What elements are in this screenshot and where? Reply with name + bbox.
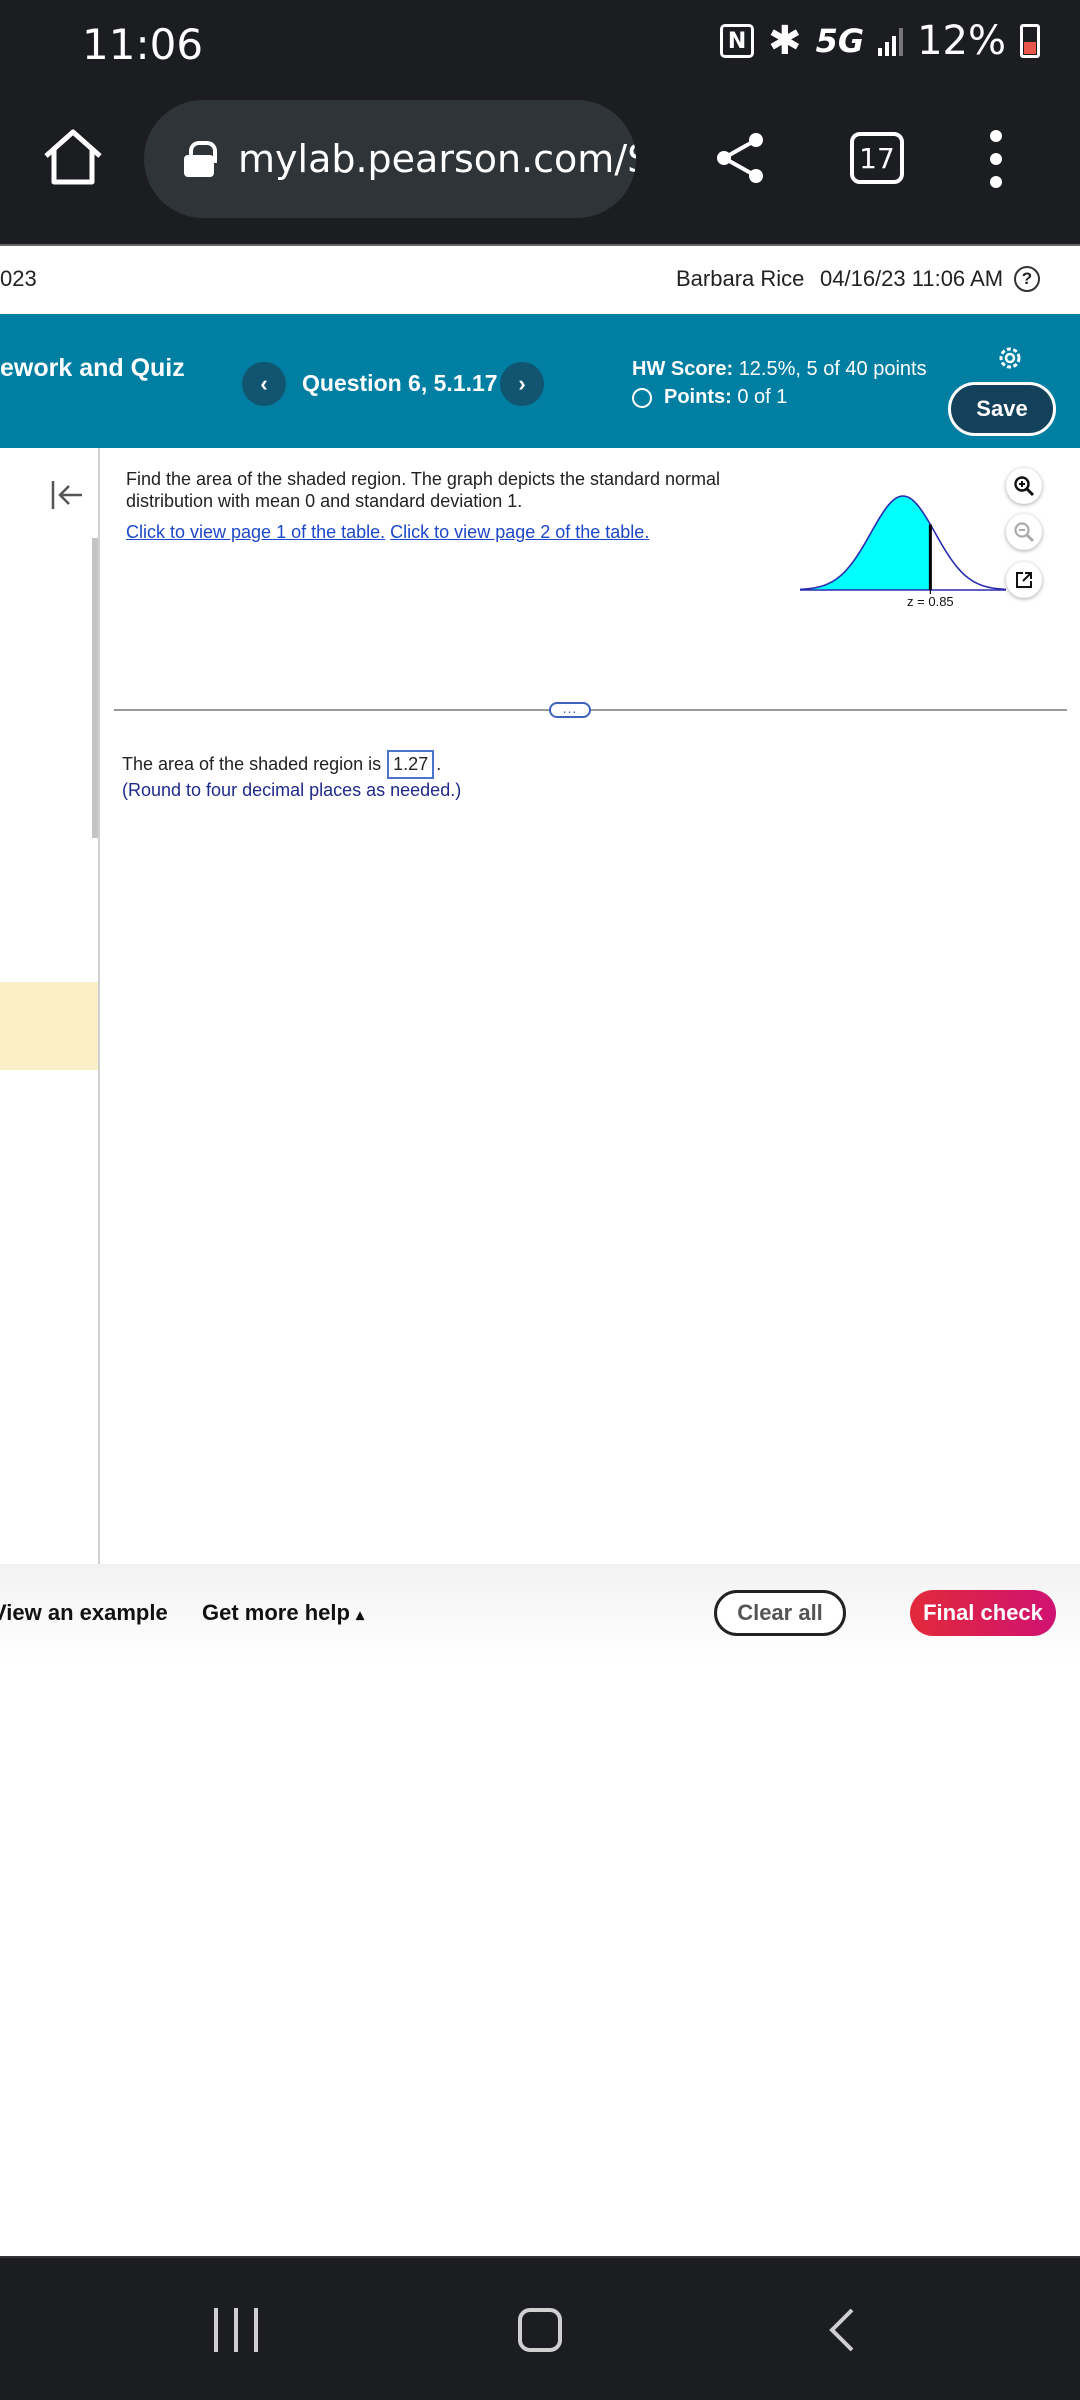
back-icon[interactable] [822, 2306, 862, 2354]
zoom-in-icon [1014, 476, 1035, 497]
system-nav-bar [0, 2256, 1080, 2400]
sidebar-scrollbar[interactable] [92, 538, 98, 838]
clear-all-button[interactable]: Clear all [714, 1590, 846, 1636]
hw-score-label: HW Score: [632, 358, 734, 380]
home-icon[interactable] [40, 124, 106, 190]
previous-question-button[interactable]: ‹ [242, 362, 286, 406]
truncated-date: 023 [0, 266, 37, 291]
status-time: 11:06 [82, 20, 204, 69]
question-text: Find the area of the shaded region. The … [126, 469, 721, 511]
pane-resize-handle[interactable]: ... [549, 701, 591, 718]
status-icons: N ✱ 5G 12% [720, 18, 1040, 64]
question-sidebar [0, 448, 100, 1564]
question-header: ework and Quiz ‹ Question 6, 5.1.17 › HW… [0, 314, 1080, 448]
recents-icon[interactable] [214, 2308, 258, 2352]
table-page-1-link[interactable]: Click to view page 1 of the table. [126, 522, 385, 542]
normal-curve-graph: z = 0.85 [800, 495, 1006, 609]
battery-percent: 12% [917, 18, 1006, 64]
browser-toolbar: mylab.pearson.com/S 17 [0, 92, 1080, 244]
home-nav-icon[interactable] [518, 2308, 562, 2352]
more-menu-icon[interactable] [984, 130, 1008, 188]
points-label: Points: [664, 386, 732, 408]
collapse-sidebar-icon[interactable] [48, 476, 86, 514]
zoom-in-button[interactable] [1006, 468, 1042, 504]
bluetooth-icon: ✱ [768, 18, 802, 64]
screen: 11:06 N ✱ 5G 12% mylab.pearson.com/S 17 … [0, 0, 1080, 2400]
footer-actions: View an example Get more help ▴ Clear al… [0, 1564, 1080, 1664]
get-more-help-label: Get more help [202, 1600, 350, 1625]
share-icon[interactable] [712, 130, 768, 186]
zoom-out-button[interactable] [1006, 514, 1042, 550]
address-bar[interactable]: mylab.pearson.com/S [144, 100, 636, 218]
answer-input[interactable]: 1.27 [387, 750, 435, 779]
help-icon[interactable]: ? [1014, 266, 1040, 292]
user-info-bar: 023 Barbara Rice 04/16/23 11:06 AM ? [0, 244, 1080, 314]
view-example-label: View an example [0, 1600, 168, 1625]
z-label: z = 0.85 [907, 594, 954, 609]
points-status-icon [632, 387, 652, 408]
tab-switcher-button[interactable]: 17 [850, 132, 904, 184]
nfc-icon: N [720, 24, 755, 58]
popout-button[interactable] [1006, 562, 1042, 598]
lock-icon [184, 141, 217, 177]
external-link-icon [1016, 572, 1032, 588]
table-page-2-link[interactable]: Click to view page 2 of the table. [390, 522, 649, 542]
status-bar: 11:06 N ✱ 5G 12% [0, 0, 1080, 92]
zoom-out-icon [1014, 522, 1035, 543]
get-more-help-menu[interactable]: Get more help ▴ [202, 1600, 364, 1626]
points-value: 0 of 1 [737, 386, 788, 408]
hw-score-value: 12.5%, 5 of 40 points [738, 358, 927, 380]
gear-icon[interactable] [996, 344, 1024, 372]
url-text: mylab.pearson.com/S [238, 137, 636, 181]
table-links: Click to view page 1 of the table. Click… [126, 522, 649, 543]
signal-icon [878, 26, 904, 56]
points: Points: 0 of 1 [632, 386, 787, 409]
final-check-button[interactable]: Final check [910, 1590, 1056, 1636]
question-label: Question 6, 5.1.17 [302, 370, 498, 396]
answer-line: The area of the shaded region is 1.27 . [122, 750, 441, 779]
user-name: Barbara Rice [676, 266, 805, 291]
question-workspace: Find the area of the shaded region. The … [0, 448, 1080, 1564]
header-datetime: 04/16/23 11:06 AM [820, 266, 1004, 291]
hw-score: HW Score: 12.5%, 5 of 40 points [632, 358, 927, 381]
answer-prefix: The area of the shaded region is [122, 754, 382, 774]
answer-suffix: . [436, 754, 442, 774]
save-button[interactable]: Save [948, 382, 1056, 436]
caret-up-icon: ▴ [356, 1607, 365, 1624]
next-question-button[interactable]: › [500, 362, 544, 406]
assignment-title: ework and Quiz [0, 354, 185, 382]
view-example-link[interactable]: View an example [0, 1600, 168, 1626]
network-type: 5G [815, 22, 865, 60]
battery-icon [1020, 24, 1040, 58]
sidebar-current-item[interactable] [0, 982, 98, 1070]
rounding-note: (Round to four decimal places as needed.… [122, 780, 462, 800]
